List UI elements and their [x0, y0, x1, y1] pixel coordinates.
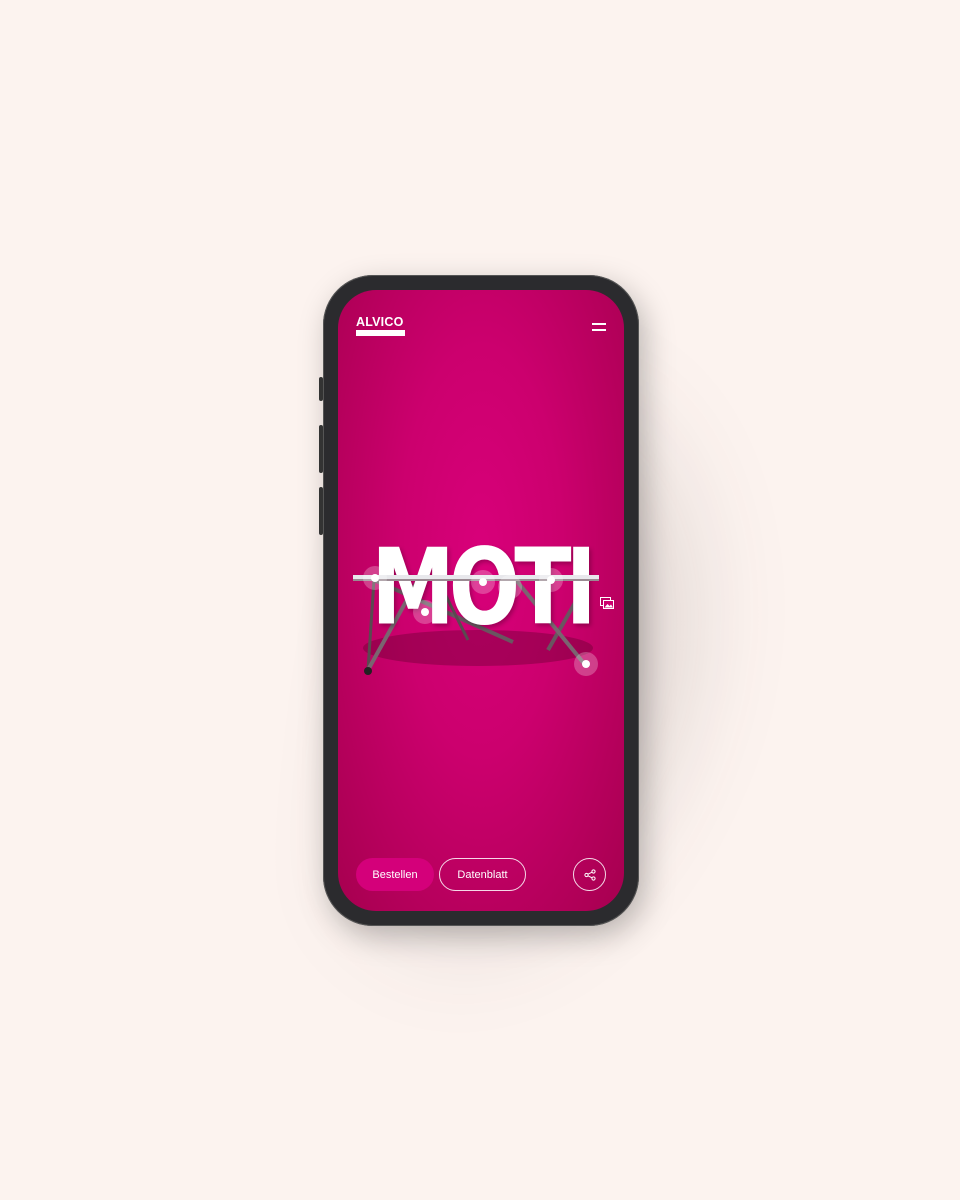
hotspot-frame-center[interactable] [498, 575, 522, 599]
mute-switch [319, 377, 323, 401]
hotspot-leg-left[interactable] [413, 600, 437, 624]
hotspot-leg-right[interactable] [574, 652, 598, 676]
volume-down-button [319, 487, 323, 535]
logo-text: ALVICO [356, 315, 404, 329]
hamburger-menu-icon[interactable] [592, 321, 606, 331]
action-bar: Bestellen Datenblatt [356, 858, 606, 891]
share-icon [583, 868, 596, 881]
image-icon[interactable] [600, 596, 614, 609]
alvico-logo[interactable]: ALVICO [356, 315, 405, 336]
hotspot-tabletop-right[interactable] [539, 568, 563, 592]
logo-bar [356, 330, 405, 336]
hotspot-tabletop-center[interactable] [471, 570, 495, 594]
share-button[interactable] [573, 858, 606, 891]
hotspot-tabletop-left[interactable] [363, 566, 387, 590]
app-screen: ALVICO MOTI Bestellen Datenblatt [338, 290, 624, 911]
order-button[interactable]: Bestellen [356, 858, 434, 891]
datasheet-button[interactable]: Datenblatt [439, 858, 526, 891]
volume-up-button [319, 425, 323, 473]
